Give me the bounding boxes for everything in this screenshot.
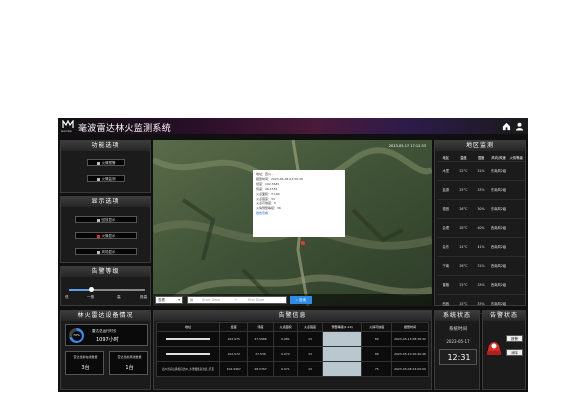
region-table: 地区 温度 湿度 风向/风速 火情等级 木里 22°C 31% 东南风2级 盐源 25°… [437, 154, 525, 314]
system-time-label: 系统时间 [449, 327, 467, 332]
date-separator-icon: → [234, 298, 237, 302]
function-panel-title: 功能选项 [61, 141, 150, 151]
system-status-panel: 系统状态 系统时间 2023-05-17 12:31 [434, 310, 480, 390]
chevron-down-icon: ▾ [178, 298, 180, 302]
fire-monitor-button[interactable]: 火情监测 [87, 175, 125, 182]
user-icon[interactable] [515, 122, 524, 131]
alarm-level-slider-handle[interactable] [89, 287, 95, 292]
alarm-tick-high: 高 [117, 295, 121, 299]
logo-text: Gondia [61, 129, 72, 133]
system-clock: 12:31 [447, 353, 471, 362]
alarm-tick-extreme: 极高 [140, 295, 148, 299]
search-button[interactable]: ⌕ 查询 [290, 296, 312, 304]
end-date-input[interactable]: End Date [248, 297, 264, 304]
system-status-title: 系统状态 [435, 311, 479, 321]
runtime-label: 雷达总运行时长 [92, 329, 117, 333]
clock-display: 12:31 [439, 349, 477, 365]
fire-warning-button[interactable]: 火情预警 [87, 159, 125, 166]
alarm-info-panel: 告警信息 地址 经度 纬度 火点面积 火点强度 预警等级(1-10) 火情可信度… [153, 310, 432, 390]
region-row: 德昌 26°C 30% 东南风2级 [437, 200, 525, 219]
clear-alarm-button[interactable]: 消除 [506, 349, 523, 356]
region-row: 普格 25°C 33% 西南风2级 [437, 276, 525, 295]
alarm-button[interactable]: 报警 [506, 335, 523, 342]
region-panel-title: 地区监测 [435, 141, 525, 151]
uptime-gauge-percent: 70% [73, 333, 80, 337]
offline-label: 雷达当前离线数量 [117, 355, 142, 359]
function-panel: 功能选项 火情预警 火情监测 [60, 140, 151, 193]
region-row: 会东 24°C 41% 西南风2级 [437, 238, 525, 257]
region-row: 宁南 26°C 31% 西南风2级 [437, 257, 525, 276]
region-row: 盐源 25°C 33% 东南风2级 [437, 181, 525, 200]
runtime-card: 70% 雷达总运行时长 1097小时 [65, 324, 148, 346]
system-date: 2023-05-17 [446, 339, 470, 344]
region-row: 会理 28°C 40% 西南风2级 [437, 219, 525, 238]
wind-icon [96, 250, 100, 254]
alarm-table-header: 地址 经度 纬度 火点面积 火点强度 预警等级(1-10) 火情可信度 报警时间 [156, 322, 429, 332]
siren-icon [486, 331, 502, 357]
display-panel-title: 显示选项 [61, 197, 150, 207]
region-panel: 地区监测 地区 温度 湿度 风向/风速 火情等级 木里 22°C 31% 东南风2级 … [434, 140, 526, 314]
region-row: 木里 22°C 31% 东南风2级 [437, 162, 525, 181]
flame-icon [96, 234, 100, 238]
popup-report-link[interactable]: 报告查看 [256, 211, 342, 216]
alarm-tick-low: 低 [65, 295, 69, 299]
fire-display-button[interactable]: 火情显示 [75, 232, 137, 239]
uptime-gauge: 70% [69, 328, 84, 343]
date-range-input[interactable]: ▦ Start Date → End Date [187, 296, 287, 304]
offline-value: 1台 [125, 365, 134, 371]
calendar-icon: ▦ [190, 298, 194, 302]
map-search-bar: 查看 ▾ ▦ Start Date → End Date ⌕ 查询 [153, 294, 432, 306]
logo: Gondia [61, 119, 74, 133]
query-select[interactable]: 查看 ▾ [155, 296, 183, 304]
alarm-level-slider-track[interactable] [69, 287, 145, 292]
alarm-tick-normal: 一般 [87, 295, 95, 299]
warning-status-title: 告警状态 [483, 311, 525, 321]
home-icon[interactable] [502, 122, 511, 131]
app-title: 毫波雷达林火监测系统 [78, 124, 172, 134]
monitor-icon [96, 177, 100, 181]
start-date-input[interactable]: Start Date [202, 297, 220, 304]
redacted-address [166, 338, 210, 340]
online-value: 3台 [81, 365, 90, 371]
app-header: Gondia 毫波雷达林火监测系统 [58, 118, 528, 134]
runtime-value: 1097小时 [96, 337, 119, 343]
display-panel: 显示选项 回放显示 火情显示 风场显示 [60, 196, 151, 263]
alarm-level-panel: 告警等级 低 一般 高 极高 [60, 266, 151, 306]
alarm-info-title: 告警信息 [154, 311, 431, 321]
radar-panel-title: 林火雷达设备情况 [61, 311, 150, 321]
search-icon: ⌕ [295, 298, 298, 302]
fire-info-popup: 地址：四川... 报警时间：2023-05-06 03:50:36 经度：102… [253, 170, 345, 237]
online-card: 雷达当前在线数量 3台 [65, 351, 104, 375]
app-window: Gondia 毫波雷达林火监测系统 功能选项 火情预警 火情监测 显示选项 回放… [58, 118, 528, 392]
table-row[interactable]: 四川省凉山彝族自治州_木里藏族自治县_乔瓦 102.9467 28.0767 0.0… [156, 361, 429, 377]
satellite-map[interactable]: 2023-05-17 17:12:33 地址：四川... 报警时间：2023-0… [153, 140, 432, 306]
table-row[interactable]: 102.975 27.5986 0.081 13 80 2023-05-13 08:36… [156, 331, 429, 347]
flame-icon [96, 161, 100, 165]
alarm-table: 地址 经度 纬度 火点面积 火点强度 预警等级(1-10) 火情可信度 报警时间… [156, 322, 429, 377]
table-row[interactable]: 102.972 27.536 0.072 13 80 2023-05-10 00:40:… [156, 346, 429, 362]
region-table-header: 地区 温度 湿度 风向/风速 火情等级 [437, 154, 525, 162]
offline-card: 雷达当前离线数量 1台 [109, 351, 148, 375]
warning-status-panel: 告警状态 报警 消除 [482, 310, 526, 390]
wind-display-button[interactable]: 风场显示 [75, 248, 137, 255]
alarm-level-title: 告警等级 [61, 267, 150, 277]
map-timestamp: 2023-05-17 17:12:33 [388, 144, 426, 148]
online-label: 雷达当前在线数量 [73, 355, 98, 359]
playback-icon [96, 218, 100, 222]
radar-panel: 林火雷达设备情况 70% 雷达总运行时长 1097小时 雷达当前在线数量 3台 … [60, 310, 151, 390]
playback-display-button[interactable]: 回放显示 [75, 216, 137, 223]
redacted-address [166, 353, 210, 355]
